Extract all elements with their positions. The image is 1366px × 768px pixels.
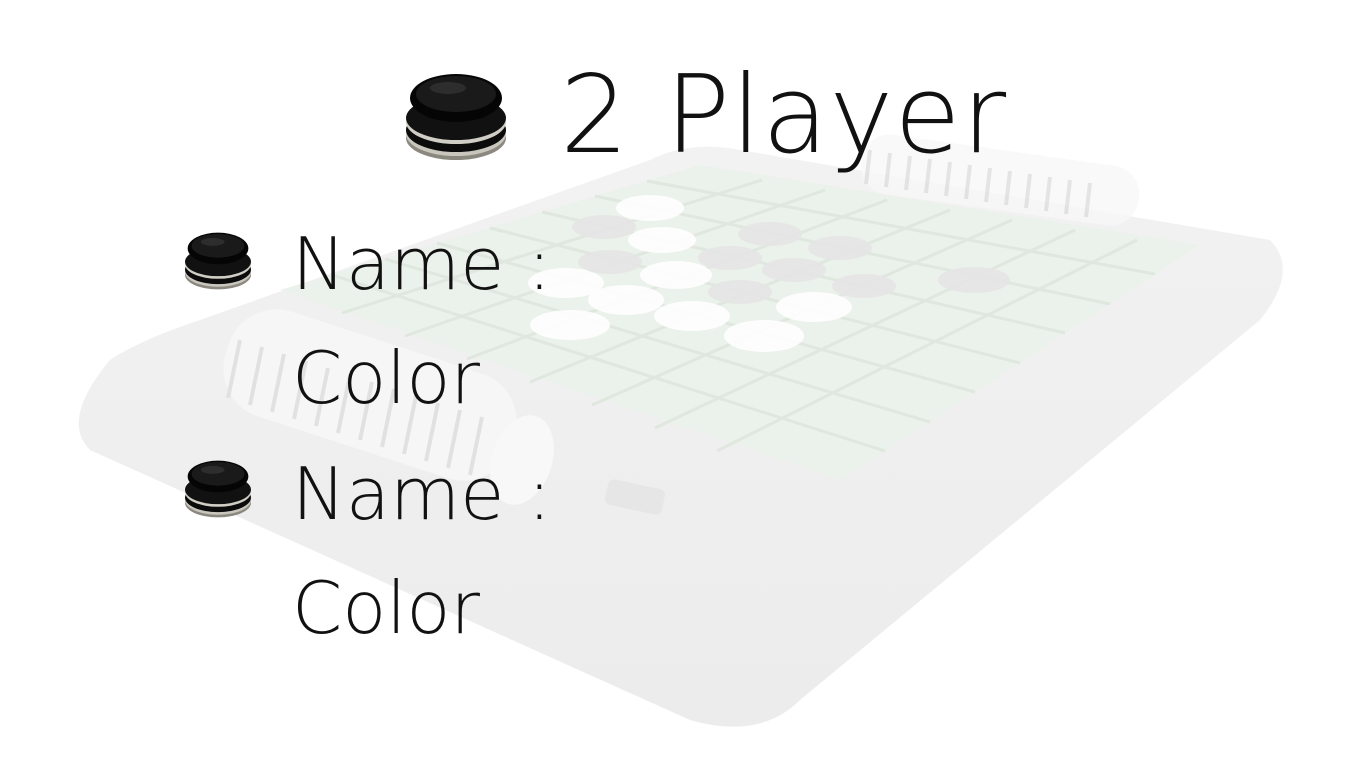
player-2-color-label: Color [292,566,480,650]
player-1-color-label: Color [292,336,480,420]
page-title: 2 Player [560,53,1008,178]
player-2-disc-icon [185,460,251,518]
player-1-disc-icon [185,232,251,290]
player-1-name-label: Name : [292,222,552,306]
player-2-name-label: Name : [292,452,552,536]
stacked-black-disc-icon [406,74,506,160]
